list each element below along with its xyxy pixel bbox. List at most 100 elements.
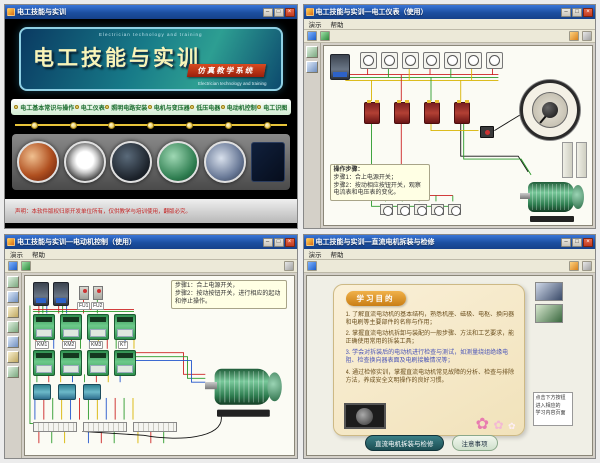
node-icon: [225, 122, 232, 129]
close-button[interactable]: ×: [583, 238, 593, 247]
objectives-text: 1. 了解直流电动机的基本结构，熟悉机座、磁极、电枢、换向器和电刷等主要部件的名…: [346, 311, 516, 401]
maximize-button[interactable]: □: [572, 8, 582, 17]
relay-module[interactable]: [83, 384, 101, 400]
tool-pushbutton-button[interactable]: [7, 336, 19, 348]
panel-meter: [381, 52, 398, 69]
menu-item-lighting[interactable]: 照明电路安装: [105, 103, 147, 112]
contactor[interactable]: [87, 350, 109, 376]
minimize-button[interactable]: –: [561, 8, 571, 17]
window-title: 电工技能与实训—直流电机拆装与检修: [316, 237, 560, 247]
menu-item-motor-transformer[interactable]: 电机与变压器: [148, 103, 190, 112]
tool-relay-button[interactable]: [7, 321, 19, 333]
fuse[interactable]: [93, 286, 103, 300]
motor: [205, 364, 282, 419]
close-button[interactable]: ×: [285, 8, 295, 17]
operation-steps-panel: 操作步骤： 步骤1：合上电源开关； 步骤2：按动相应按钮开关，观察电流表和电压表…: [330, 164, 430, 201]
terminal-meter: [448, 204, 461, 215]
node-icon: [70, 122, 77, 129]
menu-item-lowvoltage[interactable]: 低压电器: [190, 103, 220, 112]
menu-item-basics[interactable]: 电工基本常识与操作: [14, 103, 74, 112]
menu-item-meters[interactable]: 电工仪表: [75, 103, 105, 112]
photo-motor[interactable]: [157, 141, 199, 183]
fuse[interactable]: [79, 286, 89, 300]
circuit-breaker[interactable]: [33, 282, 49, 306]
tool-real-view-button[interactable]: [306, 61, 318, 73]
app-icon: [7, 8, 15, 16]
help-icon[interactable]: [582, 261, 592, 271]
dial-knob[interactable]: [542, 102, 558, 118]
menu-demo[interactable]: 演示: [10, 249, 23, 259]
contactor[interactable]: [60, 314, 82, 340]
menu-demo[interactable]: 演示: [309, 249, 322, 259]
sidebar-thumbnail-demo[interactable]: [535, 282, 563, 301]
minimize-button[interactable]: –: [561, 238, 571, 247]
run-icon[interactable]: [21, 261, 31, 271]
minimize-button[interactable]: –: [263, 238, 273, 247]
maximize-button[interactable]: □: [274, 238, 284, 247]
flower-icon: ✿: [508, 422, 516, 431]
photo-cable[interactable]: [17, 141, 59, 183]
photo-tools[interactable]: [110, 141, 152, 183]
contactor[interactable]: [33, 314, 55, 340]
titlebar[interactable]: 电工技能与实训—直流电机拆装与检修 – □ ×: [304, 235, 596, 249]
tab-disassembly-repair[interactable]: 直流电机拆装与检修: [365, 435, 444, 451]
settings-icon[interactable]: [569, 31, 579, 41]
contactor[interactable]: [87, 314, 109, 340]
menu-help[interactable]: 帮助: [331, 19, 344, 29]
contactor-label: KM2: [62, 341, 76, 349]
contactor[interactable]: [114, 350, 136, 376]
contactor[interactable]: [33, 350, 55, 376]
close-button[interactable]: ×: [285, 238, 295, 247]
power-switch[interactable]: [330, 54, 350, 80]
help-icon[interactable]: [582, 31, 592, 41]
titlebar[interactable]: 电工技能与实训—电动机控制（使用） – □ ×: [5, 235, 297, 249]
back-icon[interactable]: [307, 31, 317, 41]
titlebar[interactable]: 电工技能与实训 – □ ×: [5, 5, 297, 19]
transformer-coil: [454, 102, 470, 124]
relay-module[interactable]: [33, 384, 51, 400]
photo-contactor-panel[interactable]: [251, 142, 285, 182]
time-relay[interactable]: [114, 314, 136, 340]
tool-contactor-button[interactable]: [7, 306, 19, 318]
menu-help[interactable]: 帮助: [331, 249, 344, 259]
photo-breakers[interactable]: [204, 141, 246, 183]
back-icon[interactable]: [307, 261, 317, 271]
circuit-breaker[interactable]: [53, 282, 69, 306]
close-button[interactable]: ×: [583, 8, 593, 17]
rheostat-component[interactable]: [480, 126, 494, 138]
relay-module[interactable]: [58, 384, 76, 400]
tool-motor-button[interactable]: [7, 366, 19, 378]
footer-bar: 声明：本软件版权归原开发单位所有，仅供教学与培训使用，翻版必究。: [5, 199, 297, 223]
menu-item-diagram-reading[interactable]: 电工识图: [257, 103, 287, 112]
menu-item-motor-control[interactable]: 电动机控制: [221, 103, 257, 112]
connector-line: [15, 120, 287, 130]
terminal-strip: [83, 422, 127, 432]
photo-strip: [12, 134, 290, 190]
content-canvas: 学习目的 1. 了解直流电动机的基本结构，熟悉机座、磁极、电枢、换向器和电刷等主…: [306, 275, 594, 456]
maximize-button[interactable]: □: [572, 238, 582, 247]
sidebar-thumbnail-practice[interactable]: [535, 304, 563, 323]
tool-breaker-button[interactable]: [7, 276, 19, 288]
motor-photo-thumbnail: [344, 403, 386, 429]
page-icon[interactable]: [569, 261, 579, 271]
contactor[interactable]: [60, 350, 82, 376]
run-icon[interactable]: [320, 31, 330, 41]
minimize-button[interactable]: –: [263, 8, 273, 17]
tool-fuse-button[interactable]: [7, 291, 19, 303]
menu-help[interactable]: 帮助: [32, 249, 45, 259]
bottom-tabs: 直流电机拆装与检修 注意事项: [307, 435, 557, 451]
learning-panel: 学习目的 1. 了解直流电动机的基本结构，熟悉机座、磁极、电枢、换向器和电刷等主…: [333, 284, 525, 436]
menu-demo[interactable]: 演示: [309, 19, 322, 29]
menu-bar: 演示 帮助: [304, 19, 596, 30]
help-icon[interactable]: [284, 261, 294, 271]
tool-terminal-button[interactable]: [7, 351, 19, 363]
photo-meter[interactable]: [64, 141, 106, 183]
tool-meter-library-button[interactable]: [306, 46, 318, 58]
back-icon[interactable]: [8, 261, 18, 271]
tab-precautions[interactable]: 注意事项: [452, 435, 498, 451]
section-heading: 学习目的: [346, 291, 406, 306]
titlebar[interactable]: 电工技能与实训—电工仪表（使用） – □ ×: [304, 5, 596, 19]
toolbar: [304, 30, 596, 43]
splash-background: Electrician technology and training 电工技能…: [5, 19, 297, 228]
maximize-button[interactable]: □: [274, 8, 284, 17]
